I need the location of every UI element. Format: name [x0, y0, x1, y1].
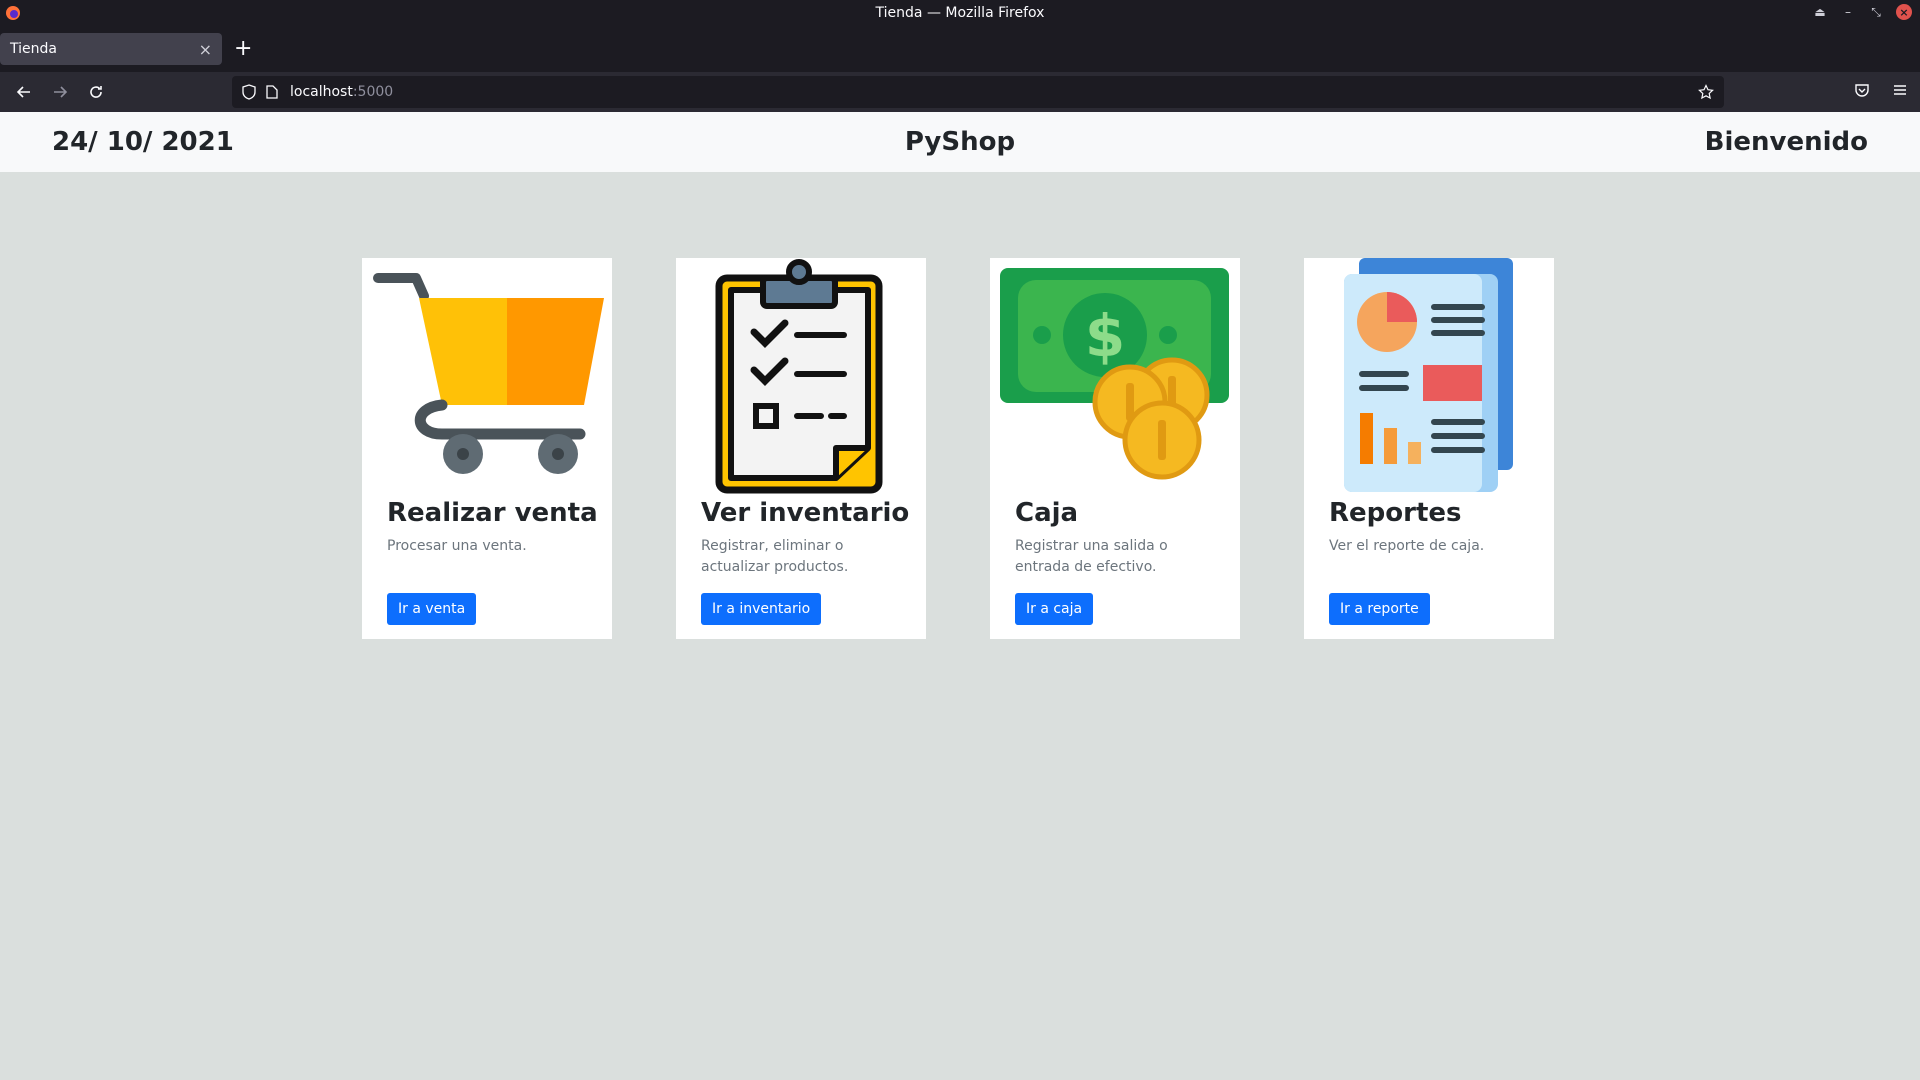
window-titlebar: Tienda — Mozilla Firefox ⏏ – ⤡ × [0, 0, 1920, 27]
page-icon[interactable] [266, 85, 278, 99]
menu-icon[interactable] [1892, 82, 1908, 98]
welcome-text: Bienvenido [1704, 127, 1868, 157]
tab-tienda[interactable]: Tienda × [0, 33, 222, 65]
url-port: :5000 [352, 84, 394, 100]
ir-a-caja-button[interactable]: Ir a caja [1015, 593, 1094, 625]
close-tab-icon[interactable]: × [199, 40, 212, 59]
minimize-button[interactable]: – [1840, 4, 1856, 20]
card-title: Ver inventario [701, 498, 910, 528]
url-bar[interactable]: localhost:5000 [232, 76, 1724, 108]
card-text: Ver el reporte de caja. [1329, 538, 1485, 554]
shopping-cart-icon [373, 273, 604, 474]
card-title: Realizar venta [387, 498, 598, 528]
shield-icon[interactable] [242, 84, 256, 100]
url-host: localhost [290, 84, 353, 100]
forward-arrow-icon [54, 86, 68, 98]
back-arrow-icon [16, 86, 30, 98]
card-reportes: Reportes Ver el reporte de caja. Ir a re… [1304, 258, 1554, 639]
ir-a-reporte-button[interactable]: Ir a reporte [1329, 593, 1430, 625]
window-controls: ⏏ – ⤡ × [1812, 4, 1912, 20]
card-realizar-venta: Realizar venta Procesar una venta. Ir a … [362, 258, 612, 639]
svg-text:$: $ [1085, 302, 1125, 370]
card-grid: Realizar venta Procesar una venta. Ir a … [362, 258, 1554, 639]
card-text: Procesar una venta. [387, 538, 527, 554]
report-document-icon [1344, 258, 1513, 492]
money-coins-icon: $ [1000, 268, 1229, 480]
tab-title: Tienda [10, 41, 57, 57]
card-title: Reportes [1329, 498, 1462, 528]
page-header: 24/ 10/ 2021 PyShop Bienvenido [0, 112, 1920, 172]
card-ver-inventario: Ver inventario Registrar, eliminar o act… [676, 258, 926, 639]
ir-a-venta-button[interactable]: Ir a venta [387, 593, 477, 625]
back-button[interactable] [14, 82, 34, 102]
current-date: 24/ 10/ 2021 [52, 127, 234, 157]
reload-button[interactable] [86, 82, 106, 102]
window-title: Tienda — Mozilla Firefox [875, 5, 1045, 21]
navigation-toolbar: localhost:5000 [0, 72, 1920, 112]
bookmark-star-icon[interactable] [1698, 84, 1714, 100]
restore-button[interactable]: ⤡ [1868, 4, 1884, 20]
card-text: Registrar una salida o entrada de efecti… [1015, 538, 1168, 575]
tab-bar: Tienda × + [0, 27, 1920, 72]
eject-icon[interactable]: ⏏ [1812, 4, 1828, 20]
card-caja: $ Caja Registrar una salida o entrada de… [990, 258, 1240, 639]
new-tab-button[interactable]: + [234, 38, 252, 60]
pocket-icon[interactable] [1854, 82, 1870, 98]
card-title: Caja [1015, 498, 1079, 528]
forward-button[interactable] [50, 82, 70, 102]
reload-icon [90, 86, 102, 98]
card-text: Registrar, eliminar o actualizar product… [701, 538, 849, 575]
clipboard-checklist-icon [715, 259, 883, 494]
close-window-button[interactable]: × [1896, 4, 1912, 20]
brand-title: PyShop [904, 127, 1016, 157]
ir-a-inventario-button[interactable]: Ir a inventario [701, 593, 822, 625]
